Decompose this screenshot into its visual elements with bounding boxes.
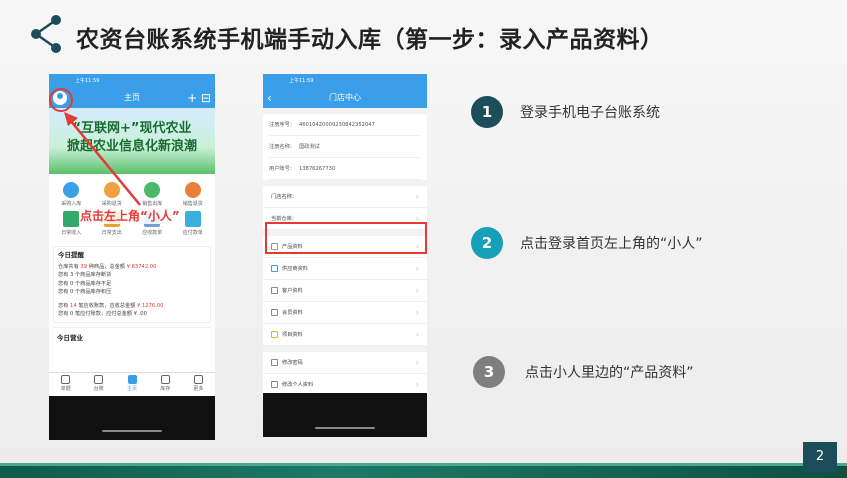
menu-row-icon — [271, 331, 278, 338]
slide-title: 农资台账系统手机端手动入库（第一步：录入产品资料） — [76, 27, 664, 53]
account-info-row: 用户账号： 13876267730 — [269, 158, 421, 180]
reminder-line: 您有 3 个商品库存断货 — [58, 272, 112, 279]
step-3-badge: 3 — [473, 356, 505, 388]
menu-row[interactable]: 会员资料 › — [263, 302, 427, 324]
page-number: 2 — [803, 442, 837, 472]
menu-row-label: 修改个人资料 — [282, 382, 314, 388]
menu-row[interactable]: 供应商资料 › — [263, 258, 427, 280]
reminder-line: 您有 0 个商品库存积压 — [58, 288, 112, 295]
footer-band — [0, 466, 847, 478]
account-info: 注册序号： 46010420009230842352047 注册名称： 国政测试 用户账… — [263, 114, 427, 180]
menu-row-icon — [271, 359, 278, 366]
grid-item[interactable]: 销售退货 — [173, 182, 214, 207]
grid-item[interactable]: 采购退货 — [92, 182, 133, 207]
instruction-callout: 点击左上角“小人” — [80, 207, 180, 224]
menu-row-icon — [271, 265, 278, 272]
menu-row-label: 项目资料 — [282, 332, 303, 338]
grid-item[interactable]: 销售出库 — [132, 182, 173, 207]
grid-item-label: 销售退货 — [182, 201, 203, 207]
chevron-right-icon: › — [415, 286, 419, 295]
grid-item-icon — [144, 182, 161, 198]
reminder-line: 您有 0 个商品库存不足 — [58, 280, 112, 287]
phone-bottom-bar — [49, 396, 215, 440]
chevron-right-icon: › — [415, 264, 419, 273]
chevron-right-icon: › — [415, 192, 419, 201]
status-bar: 上午11:59 — [49, 74, 215, 88]
grid-item-icon — [63, 182, 80, 198]
grid-item-label: 销售出库 — [142, 201, 163, 207]
menu-row-label: 会员资料 — [282, 310, 303, 316]
home-navbar: 主页 + ⊟ — [49, 88, 215, 108]
step-2-text: 点击登录首页左上角的“小人” — [520, 236, 703, 252]
phone-home-screen: 上午11:59 主页 + ⊟ “互联网+”现代农业 掀起农业信息化新浪潮 采购入… — [49, 74, 215, 440]
grid-item-label: 应收款单 — [142, 230, 163, 236]
menu-row[interactable]: 项目资料 › — [263, 324, 427, 346]
tab-more[interactable]: 更多 — [182, 373, 215, 396]
banner-line2: 掀起农业信息化新浪潮 — [66, 139, 197, 154]
reminder-stock-line: 仓库共有 39 种商品，总金额 ¥ 83742.00 — [58, 264, 157, 271]
product-info-highlight-box — [265, 222, 427, 254]
today-sales-title: 今日营业 — [53, 327, 211, 346]
chevron-right-icon: › — [415, 358, 419, 367]
grid-item-icon — [63, 211, 80, 227]
grid-item[interactable]: 采购入库 — [51, 182, 92, 207]
grid-item-label: 日常收入 — [61, 230, 82, 236]
grid-item-label: 采购入库 — [61, 201, 82, 207]
grid-item-label: 应付款单 — [182, 230, 203, 236]
back-icon[interactable]: ‹ — [267, 88, 272, 108]
grid-item-label: 日常支出 — [101, 230, 122, 236]
menu-row[interactable]: 客户资料 › — [263, 280, 427, 302]
promo-banner: “互联网+”现代农业 掀起农业信息化新浪潮 — [49, 108, 215, 174]
bottom-tabbar: 单据 台账 主页 库存 更多 — [49, 372, 215, 396]
reminder-line: 您有 0 笔应付账款，应付总金额 ¥ .00 — [58, 311, 147, 318]
add-scan-icons[interactable]: + ⊟ — [187, 88, 211, 108]
tab-ledger[interactable]: 台账 — [82, 373, 115, 396]
tab-inventory[interactable]: 库存 — [149, 373, 182, 396]
account-info-row: 注册名称： 国政测试 — [269, 136, 421, 158]
account-info-row: 注册序号： 46010420009230842352047 — [269, 114, 421, 136]
step-1-badge: 1 — [471, 96, 503, 128]
reminder-receivable-line: 您有 14 笔应收账款，应收总金额 ¥ 1276.00 — [58, 303, 164, 310]
share-icon — [31, 15, 61, 53]
status-bar: 上午11:59 — [263, 74, 427, 88]
menu-row-label: 客户资料 — [282, 288, 303, 294]
chevron-right-icon: › — [415, 330, 419, 339]
home-title: 主页 — [124, 93, 140, 102]
menu-row-icon — [271, 381, 278, 388]
chevron-right-icon: › — [415, 308, 419, 317]
menu-row-label: 修改密码 — [282, 360, 303, 366]
tab-documents[interactable]: 单据 — [49, 373, 82, 396]
step-3-text: 点击小人里边的“产品资料” — [525, 365, 694, 381]
menu-row[interactable]: 修改密码 › — [263, 352, 427, 374]
reminder-title: 今日提醒 — [58, 251, 84, 259]
phone-bottom-bar — [263, 393, 427, 437]
avatar-highlight-circle — [49, 88, 73, 112]
tab-home[interactable]: 主页 — [115, 373, 148, 396]
store-navbar: ‹ 门店中心 — [263, 88, 427, 108]
phone-store-center: 上午11:59 ‹ 门店中心 注册序号： 46010420009230842352… — [263, 74, 427, 437]
grid-item-icon — [103, 182, 120, 198]
grid-item-icon — [184, 211, 201, 227]
step-2-badge: 2 — [471, 227, 503, 259]
menu-row-icon — [271, 309, 278, 316]
menu-row[interactable]: 门店名称： › — [263, 186, 427, 208]
menu-row-icon — [271, 287, 278, 294]
menu-row-label: 门店名称： — [271, 194, 297, 200]
step-1-text: 登录手机电子台账系统 — [520, 105, 660, 121]
grid-item-label: 采购退货 — [101, 201, 122, 207]
today-reminder: 今日提醒 仓库共有 39 种商品，总金额 ¥ 83742.00 您有 3 个商品… — [53, 246, 211, 324]
store-center-title: 门店中心 — [329, 93, 361, 102]
grid-item-icon — [184, 182, 201, 198]
banner-line1: “互联网+”现代农业 — [72, 121, 192, 136]
menu-row-label: 供应商资料 — [282, 266, 308, 272]
